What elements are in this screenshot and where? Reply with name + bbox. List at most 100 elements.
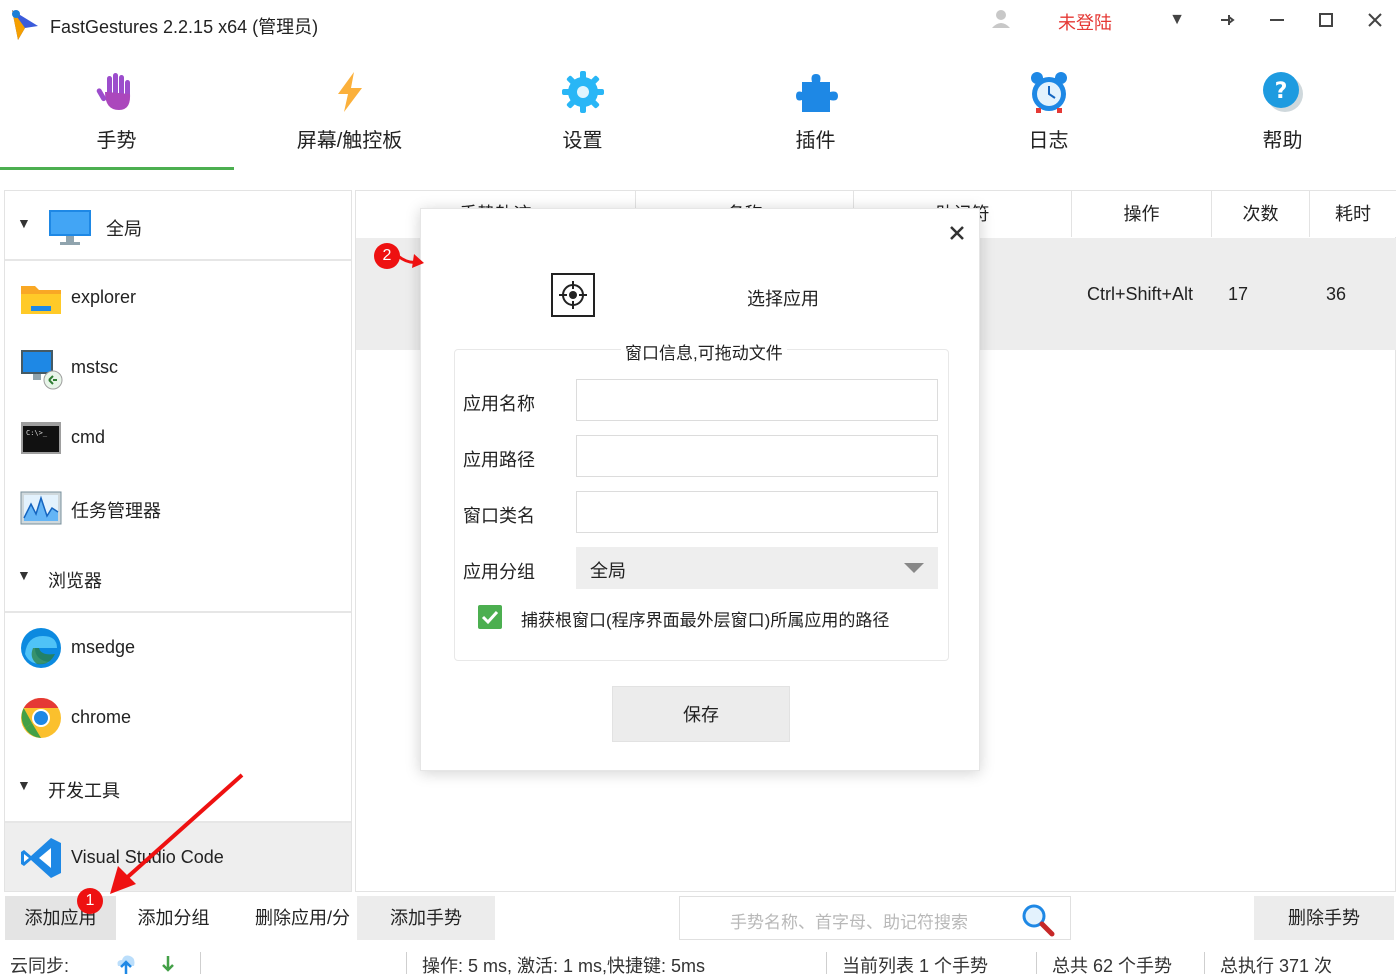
sidebar-item-label: mstsc <box>71 357 118 377</box>
dialog-close-icon[interactable] <box>945 221 969 245</box>
nav-tab-log[interactable]: 日志 <box>932 58 1165 170</box>
nav-tab-plugins[interactable]: 插件 <box>699 58 932 170</box>
capture-root-window-checkbox[interactable] <box>478 605 502 629</box>
remote-desktop-icon <box>19 346 63 390</box>
task-manager-icon <box>19 486 63 530</box>
crosshair-target-icon[interactable] <box>551 273 595 317</box>
total-executed-status: 总执行 371 次 <box>1220 956 1333 976</box>
window-title: FastGestures 2.2.15 x64 (管理员) <box>50 17 319 37</box>
user-icon[interactable] <box>990 8 1012 30</box>
total-gestures-status: 总共 62 个手势 <box>1052 956 1173 976</box>
sidebar-item-label: chrome <box>71 707 132 727</box>
sidebar-item-cmd[interactable]: C:\>_ cmd <box>5 403 351 473</box>
current-list-status: 当前列表 1 个手势 <box>842 956 989 976</box>
add-group-button[interactable]: 添加分组 <box>118 896 229 940</box>
nav-tab-label: 插件 <box>795 130 836 152</box>
annotation-badge: 1 <box>77 888 103 914</box>
cell-shortcut: Ctrl+Shift+Alt <box>1087 284 1194 304</box>
app-path-input[interactable] <box>576 435 938 477</box>
nav-tab-label: 手势 <box>96 130 137 152</box>
delete-app-group-button[interactable]: 删除应用/分 <box>231 896 352 940</box>
minimize-icon[interactable] <box>1262 6 1292 34</box>
app-group-value: 全局 <box>590 561 626 581</box>
app-name-input[interactable] <box>576 379 938 421</box>
window-class-label: 窗口类名 <box>463 506 535 526</box>
search-input[interactable]: 手势名称、首字母、助记符搜索 <box>679 896 1071 940</box>
nav-tab-gestures[interactable]: 手势 <box>0 58 233 170</box>
status-divider <box>1204 952 1205 974</box>
login-status-link[interactable]: 未登陆 <box>1058 9 1112 35</box>
hand-icon <box>95 70 139 114</box>
sidebar-item-label: 浏览器 <box>48 571 102 591</box>
sidebar-item-label: 任务管理器 <box>71 501 161 521</box>
folder-icon <box>19 276 63 320</box>
perf-status: 操作: 5 ms, 激活: 1 ms,快捷键: 5ms <box>422 956 706 976</box>
capture-root-window-label: 捕获根窗口(程序界面最外层窗口)所属应用的路径 <box>521 611 890 630</box>
caret-down-icon[interactable]: ▼ <box>17 777 31 793</box>
fieldset-legend: 窗口信息,可拖动文件 <box>621 339 787 364</box>
vscode-icon <box>19 836 63 880</box>
gear-icon <box>561 70 605 114</box>
window-class-input[interactable] <box>576 491 938 533</box>
sync-label: 云同步: <box>10 956 70 976</box>
add-gesture-button[interactable]: 添加手势 <box>357 896 495 940</box>
caret-down-icon[interactable]: ▼ <box>17 567 31 583</box>
app-group-select[interactable]: 全局 <box>576 547 938 589</box>
svg-text:?: ? <box>1275 79 1288 104</box>
dialog-title: 选择应用 <box>747 289 819 309</box>
title-bar: FastGestures 2.2.15 x64 (管理员) 未登陆 ▼ <box>0 0 1400 48</box>
close-window-icon[interactable] <box>1360 6 1390 34</box>
sidebar-item-mstsc[interactable]: mstsc <box>5 333 351 403</box>
sidebar-item-msedge[interactable]: msedge <box>5 613 351 683</box>
nav-tab-label: 设置 <box>562 130 603 152</box>
download-icon[interactable] <box>156 952 180 976</box>
nav-tab-label: 屏幕/触控板 <box>296 130 403 152</box>
search-icon[interactable] <box>1020 902 1056 938</box>
upload-icon[interactable] <box>114 952 138 976</box>
select-app-dialog: 选择应用 窗口信息,可拖动文件 应用名称 应用路径 窗口类名 应用分组 全局 捕… <box>420 208 980 771</box>
delete-gesture-button[interactable]: 删除手势 <box>1254 896 1394 940</box>
terminal-icon: C:\>_ <box>19 416 63 460</box>
app-group-label: 应用分组 <box>463 562 535 582</box>
app-logo-icon <box>8 8 42 42</box>
nav-tab-settings[interactable]: 设置 <box>466 58 699 170</box>
annotation-arrow-icon <box>396 248 426 272</box>
pin-icon[interactable] <box>1212 6 1242 34</box>
status-divider <box>1036 952 1037 974</box>
status-divider <box>200 952 201 974</box>
chevron-down-icon <box>904 563 924 573</box>
sidebar-item-chrome[interactable]: chrome <box>5 683 351 753</box>
nav-tab-label: 日志 <box>1028 130 1069 152</box>
column-header-time[interactable]: 耗时 <box>1310 191 1396 237</box>
cell-count: 17 <box>1228 284 1249 304</box>
app-path-label: 应用路径 <box>463 450 535 470</box>
column-header-action[interactable]: 操作 <box>1072 191 1212 237</box>
sidebar-item-explorer[interactable]: explorer <box>5 263 351 333</box>
nav-tab-help[interactable]: ? 帮助 <box>1166 58 1399 170</box>
sidebar-item-task-manager[interactable]: 任务管理器 <box>5 473 351 543</box>
status-divider <box>406 952 407 974</box>
save-button[interactable]: 保存 <box>612 686 790 742</box>
status-bar: 云同步: 操作: 5 ms, 激活: 1 ms,快捷键: 5ms 当前列表 1 … <box>0 944 1400 980</box>
sidebar-item-label: cmd <box>71 427 106 447</box>
annotation-arrow-icon <box>100 770 250 900</box>
dropdown-icon[interactable]: ▼ <box>1162 6 1192 34</box>
puzzle-icon <box>794 70 838 114</box>
column-header-count[interactable]: 次数 <box>1212 191 1310 237</box>
nav-tab-label: 帮助 <box>1262 130 1303 152</box>
monitor-icon <box>48 204 92 248</box>
active-tab-indicator <box>0 167 234 170</box>
maximize-icon[interactable] <box>1311 6 1341 34</box>
sidebar-item-label: 全局 <box>106 219 142 239</box>
caret-down-icon[interactable]: ▼ <box>17 215 31 231</box>
cell-time: 36 <box>1326 284 1347 304</box>
alarm-clock-icon <box>1027 70 1071 114</box>
lightning-icon <box>328 70 372 114</box>
sidebar-group-global[interactable]: ▼ 全局 <box>5 191 351 261</box>
chrome-icon <box>19 696 63 740</box>
search-placeholder: 手势名称、首字母、助记符搜索 <box>730 913 968 932</box>
sidebar-group-browser[interactable]: ▼ 浏览器 <box>5 543 351 613</box>
sidebar-item-label: msedge <box>71 637 136 657</box>
nav-tab-screen-touchpad[interactable]: 屏幕/触控板 <box>233 58 466 170</box>
sidebar-item-label: explorer <box>71 287 137 307</box>
